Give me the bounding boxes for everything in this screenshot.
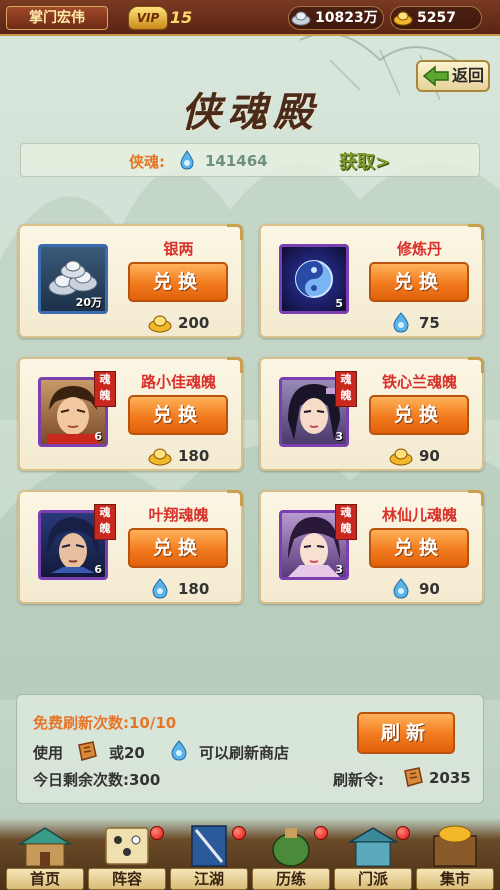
refresh-button[interactable]: 刷新 bbox=[357, 712, 455, 754]
formation-icon bbox=[105, 827, 149, 865]
soul-fragment-tag: 魂魄 bbox=[94, 371, 116, 407]
item-name: 叶翔魂魄 bbox=[148, 506, 209, 524]
free-refresh-count: 免费刷新次数:10/10 bbox=[33, 714, 177, 732]
back-button[interactable]: 返回 bbox=[416, 60, 490, 92]
silver-ingot-icon bbox=[291, 11, 311, 26]
home-icon bbox=[17, 827, 73, 867]
gold-ingot-icon bbox=[393, 11, 413, 26]
shop-item-card: 6 魂魄 路小佳魂魄 兑换 180 bbox=[18, 357, 243, 471]
nav-sect[interactable]: 门派 bbox=[334, 822, 412, 890]
get-soul-link[interactable]: 获取> bbox=[339, 148, 390, 174]
exchange-button[interactable]: 兑换 bbox=[128, 395, 228, 435]
item-count: 20万 bbox=[75, 296, 102, 309]
soul-flame-icon bbox=[152, 578, 168, 599]
shop-item-card: 3 魂魄 林仙儿魂魄 兑换 90 bbox=[259, 490, 484, 604]
notification-dot bbox=[150, 826, 164, 840]
gold-ingot-icon bbox=[148, 315, 172, 333]
item-price: 180 bbox=[178, 447, 210, 465]
nav-label: 江湖 bbox=[170, 868, 248, 890]
item-price: 180 bbox=[178, 580, 210, 598]
item-count: 6 bbox=[94, 430, 102, 443]
token-value: 2035 bbox=[429, 769, 471, 787]
soul-flame-icon bbox=[180, 150, 194, 170]
item-price: 200 bbox=[178, 314, 210, 332]
item-name: 修炼丹 bbox=[396, 240, 442, 258]
nav-label: 历练 bbox=[252, 868, 330, 890]
nav-label: 集市 bbox=[416, 868, 494, 890]
refresh-token-icon bbox=[78, 741, 97, 761]
exchange-button[interactable]: 兑换 bbox=[369, 528, 469, 568]
sect-icon bbox=[347, 827, 399, 867]
nav-training[interactable]: 历练 bbox=[252, 822, 330, 890]
gold-ingot-icon bbox=[389, 448, 413, 466]
arrow-left-icon bbox=[422, 65, 449, 87]
gold-balance[interactable]: 5257 bbox=[390, 6, 482, 30]
exchange-button[interactable]: 兑换 bbox=[369, 262, 469, 302]
vip-level: 15 bbox=[170, 8, 193, 27]
item-price: 75 bbox=[419, 314, 440, 332]
back-label: 返回 bbox=[452, 66, 485, 85]
shop-item-card: 5 修炼丹 兑换 75 bbox=[259, 224, 484, 338]
use-or-text: 或20 bbox=[109, 744, 145, 762]
silver-value: 10823万 bbox=[315, 10, 378, 26]
item-name: 路小佳魂魄 bbox=[140, 373, 216, 391]
item-icon-frame[interactable]: 20万 bbox=[38, 244, 108, 314]
vip-indicator[interactable]: VIP 15 bbox=[128, 4, 198, 32]
item-count: 3 bbox=[335, 430, 343, 443]
notification-dot bbox=[314, 826, 328, 840]
refresh-panel: 免费刷新次数:10/10 使用 或20 可以刷新商店 今日剩余次数:300 刷新… bbox=[16, 694, 484, 804]
silver-balance[interactable]: 10823万 bbox=[288, 6, 384, 30]
soul-fragment-tag: 魂魄 bbox=[335, 504, 357, 540]
remaining-count: 今日剩余次数:300 bbox=[33, 771, 161, 789]
item-count: 3 bbox=[335, 563, 343, 576]
soul-currency-bar: 侠魂: 141464 获取> bbox=[20, 143, 480, 177]
gold-ingot-icon bbox=[148, 448, 172, 466]
nav-label: 门派 bbox=[334, 868, 412, 890]
use-suffix: 可以刷新商店 bbox=[199, 744, 290, 762]
item-name: 银两 bbox=[163, 240, 194, 258]
item-name: 林仙儿魂魄 bbox=[381, 506, 457, 524]
shop-item-card: 3 魂魄 铁心兰魂魄 兑换 90 bbox=[259, 357, 484, 471]
use-prefix: 使用 bbox=[33, 744, 64, 762]
token-label: 刷新令: bbox=[333, 771, 384, 789]
soul-fragment-tag: 魂魄 bbox=[94, 504, 116, 540]
notification-dot bbox=[232, 826, 246, 840]
soul-flame-icon bbox=[393, 312, 409, 333]
exchange-button[interactable]: 兑换 bbox=[128, 262, 228, 302]
nav-label: 阵容 bbox=[88, 868, 166, 890]
training-icon bbox=[272, 828, 310, 867]
nav-label: 首页 bbox=[6, 868, 84, 890]
exchange-button[interactable]: 兑换 bbox=[128, 528, 228, 568]
item-price: 90 bbox=[419, 447, 440, 465]
top-status-bar: 掌门宏伟 VIP 15 10823万 5257 bbox=[0, 0, 500, 36]
market-icon bbox=[433, 825, 477, 867]
jianghu-icon bbox=[191, 825, 227, 867]
refresh-cost-line: 使用 或20 可以刷新商店 bbox=[33, 740, 353, 766]
item-icon-frame[interactable]: 5 bbox=[279, 244, 349, 314]
player-name[interactable]: 掌门宏伟 bbox=[6, 6, 108, 30]
soul-flame-icon bbox=[171, 740, 187, 761]
bottom-navigation: 首页 阵容 江湖 历练 门派 集市 bbox=[0, 818, 500, 890]
nav-market[interactable]: 集市 bbox=[416, 822, 494, 890]
notification-dot bbox=[396, 826, 410, 840]
nav-home[interactable]: 首页 bbox=[6, 822, 84, 890]
gold-value: 5257 bbox=[417, 10, 456, 26]
page-title: 侠魂殿 bbox=[181, 89, 319, 136]
soul-flame-icon bbox=[393, 578, 409, 599]
item-name: 铁心兰魂魄 bbox=[381, 373, 457, 391]
refresh-token-icon bbox=[404, 767, 423, 787]
shop-item-card: 6 魂魄 叶翔魂魄 兑换 180 bbox=[18, 490, 243, 604]
shop-item-card: 20万 银两 兑换 200 bbox=[18, 224, 243, 338]
exchange-button[interactable]: 兑换 bbox=[369, 395, 469, 435]
item-count: 6 bbox=[94, 563, 102, 576]
item-count: 5 bbox=[335, 297, 343, 310]
soul-value: 141464 bbox=[205, 152, 268, 170]
soul-fragment-tag: 魂魄 bbox=[335, 371, 357, 407]
vip-badge: VIP bbox=[128, 6, 168, 30]
item-price: 90 bbox=[419, 580, 440, 598]
nav-jianghu[interactable]: 江湖 bbox=[170, 822, 248, 890]
nav-formation[interactable]: 阵容 bbox=[88, 822, 166, 890]
soul-label: 侠魂: bbox=[129, 153, 165, 171]
